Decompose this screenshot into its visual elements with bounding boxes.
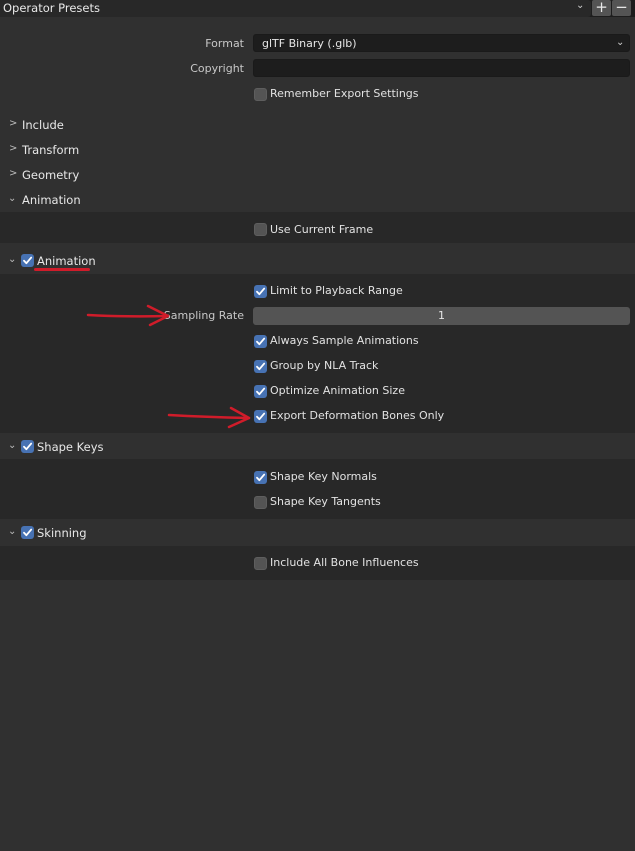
add-preset-button[interactable]: + xyxy=(592,0,611,16)
format-value: glTF Binary (.glb) xyxy=(262,37,357,50)
subsection-animation[interactable]: Animation xyxy=(37,254,96,268)
copyright-label: Copyright xyxy=(190,62,244,75)
shape-key-normals-checkbox[interactable] xyxy=(254,471,267,484)
shape-key-normals-label: Shape Key Normals xyxy=(270,470,377,483)
group-nla-checkbox[interactable] xyxy=(254,360,267,373)
chevron-down-icon[interactable]: ⌄ xyxy=(8,526,16,537)
chevron-right-icon[interactable]: > xyxy=(9,118,17,129)
section-geometry[interactable]: Geometry xyxy=(22,168,79,182)
chevron-down-icon[interactable]: ⌄ xyxy=(576,0,584,11)
chevron-down-icon[interactable]: ⌄ xyxy=(8,193,16,204)
chevron-right-icon[interactable]: > xyxy=(9,143,17,154)
subsection-skinning[interactable]: Skinning xyxy=(37,526,87,540)
animation-enable-checkbox[interactable] xyxy=(21,254,34,267)
format-dropdown[interactable]: glTF Binary (.glb) ⌄ xyxy=(253,34,630,52)
annotation-underline xyxy=(34,268,90,271)
remember-settings-label: Remember Export Settings xyxy=(270,87,419,100)
sampling-rate-slider[interactable]: 1 xyxy=(253,307,630,325)
include-all-influences-label: Include All Bone Influences xyxy=(270,556,419,569)
remove-preset-button[interactable]: − xyxy=(612,0,631,16)
include-all-influences-checkbox[interactable] xyxy=(254,557,267,570)
shape-keys-panel xyxy=(0,459,635,519)
export-deform-checkbox[interactable] xyxy=(254,410,267,423)
chevron-down-icon[interactable]: ⌄ xyxy=(8,254,16,265)
export-deform-label: Export Deformation Bones Only xyxy=(270,409,445,422)
skinning-enable-checkbox[interactable] xyxy=(21,526,34,539)
limit-playback-label: Limit to Playback Range xyxy=(270,284,403,297)
limit-playback-checkbox[interactable] xyxy=(254,285,267,298)
use-current-frame-checkbox[interactable] xyxy=(254,223,267,236)
optimize-size-label: Optimize Animation Size xyxy=(270,384,405,397)
annotation-arrow-icon xyxy=(167,406,251,429)
group-nla-label: Group by NLA Track xyxy=(270,359,379,372)
format-label: Format xyxy=(205,37,244,50)
section-transform[interactable]: Transform xyxy=(22,143,79,157)
chevron-down-icon[interactable]: ⌄ xyxy=(8,440,16,451)
annotation-arrow-icon xyxy=(86,304,170,327)
section-include[interactable]: Include xyxy=(22,118,64,132)
optimize-size-checkbox[interactable] xyxy=(254,385,267,398)
always-sample-checkbox[interactable] xyxy=(254,335,267,348)
chevron-down-icon: ⌄ xyxy=(616,37,625,48)
sampling-rate-value: 1 xyxy=(438,309,445,322)
copyright-input[interactable] xyxy=(253,59,630,77)
presets-title: Operator Presets xyxy=(3,1,100,15)
chevron-right-icon[interactable]: > xyxy=(9,168,17,179)
shape-key-tangents-checkbox[interactable] xyxy=(254,496,267,509)
use-current-frame-label: Use Current Frame xyxy=(270,223,374,236)
always-sample-label: Always Sample Animations xyxy=(270,334,419,347)
remember-settings-checkbox[interactable] xyxy=(254,88,267,101)
section-animation[interactable]: Animation xyxy=(22,193,81,207)
shape-key-tangents-label: Shape Key Tangents xyxy=(270,495,381,508)
shape-keys-enable-checkbox[interactable] xyxy=(21,440,34,453)
subsection-shape-keys[interactable]: Shape Keys xyxy=(37,440,104,454)
